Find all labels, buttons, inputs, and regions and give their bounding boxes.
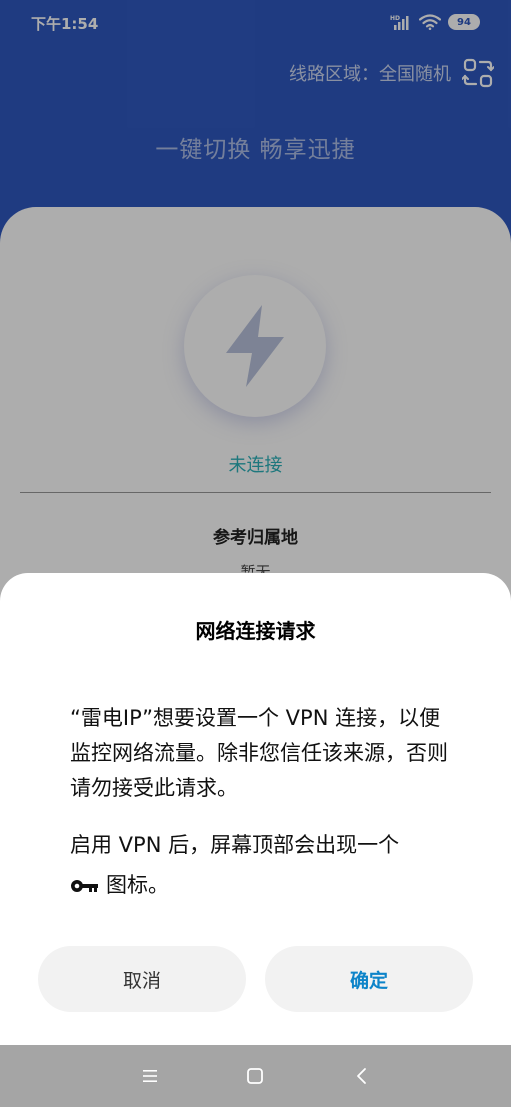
vpn-request-dialog: 网络连接请求 “雷电IP”想要设置一个 VPN 连接，以便监控网络流量。除非您信… <box>0 573 511 1045</box>
dialog-title: 网络连接请求 <box>195 619 316 643</box>
back-icon[interactable] <box>350 1064 374 1088</box>
menu-icon[interactable] <box>138 1064 162 1088</box>
cancel-button[interactable]: 取消 <box>38 946 246 1012</box>
key-icon <box>71 880 98 892</box>
dialog-note-line1: 启用 VPN 后，屏幕顶部会出现一个 <box>70 833 400 857</box>
dialog-message: “雷电IP”想要设置一个 VPN 连接，以便监控网络流量。除非您信任该来源，否则… <box>70 706 448 800</box>
navigation-bar <box>0 1045 511 1107</box>
dialog-note-line2: 图标。 <box>106 873 169 897</box>
dialog-note: 启用 VPN 后，屏幕顶部会出现一个 图标。 <box>70 825 450 905</box>
dialog-note-line2-wrap: 图标。 <box>70 865 450 905</box>
home-icon[interactable] <box>243 1064 267 1088</box>
confirm-button[interactable]: 确定 <box>265 946 473 1012</box>
